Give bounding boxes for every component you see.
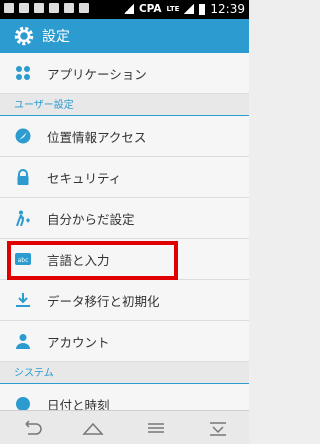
app-notification-icon xyxy=(34,3,44,13)
signal-icon xyxy=(184,4,195,14)
page-title: 設定 xyxy=(42,29,70,45)
list-item-label: データ移行と初期化 xyxy=(47,294,160,309)
navigation-bar xyxy=(0,410,249,444)
person-icon xyxy=(16,334,30,349)
app-notification-icon xyxy=(64,3,74,13)
list-item-applications[interactable]: アプリケーション xyxy=(0,53,249,94)
list-item-label: セキュリティ xyxy=(47,171,122,186)
app-notification-icon xyxy=(49,3,59,13)
location-icon xyxy=(15,128,31,144)
hide-keyboard-icon[interactable] xyxy=(205,418,231,438)
download-icon xyxy=(16,293,30,307)
back-icon[interactable] xyxy=(18,418,44,438)
section-header-system: システム xyxy=(0,362,249,384)
list-item-security[interactable]: セキュリティ xyxy=(0,157,249,198)
list-item-data-transfer[interactable]: データ移行と初期化 xyxy=(0,280,249,321)
highlight-box xyxy=(7,241,178,280)
notification-icons xyxy=(4,3,89,13)
body-icon xyxy=(16,210,30,226)
lock-icon xyxy=(17,169,29,185)
list-item-body-settings[interactable]: 自分からだ設定 xyxy=(0,198,249,239)
menu-icon[interactable] xyxy=(143,418,169,438)
action-bar: 設定 xyxy=(0,19,249,53)
network-label: LTE xyxy=(166,5,180,13)
home-icon[interactable] xyxy=(80,418,106,438)
carrier-label: CPA xyxy=(138,3,162,15)
wifi-icon xyxy=(123,4,134,14)
list-item-label: アプリケーション xyxy=(47,67,147,82)
apps-icon xyxy=(16,66,30,80)
list-item-location[interactable]: 位置情報アクセス xyxy=(0,116,249,157)
list-item-label: 自分からだ設定 xyxy=(47,212,135,227)
settings-list: アプリケーション ユーザー設定 位置情報アクセス セキュリティ 自分からだ設定 … xyxy=(0,53,249,425)
app-notification-icon xyxy=(79,3,89,13)
section-header-user: ユーザー設定 xyxy=(0,94,249,116)
clock-time: 12:39 xyxy=(210,2,245,16)
list-item-label: アカウント xyxy=(47,335,110,350)
list-item-label: 位置情報アクセス xyxy=(47,130,147,145)
battery-icon xyxy=(199,3,206,15)
gear-icon[interactable] xyxy=(12,24,36,48)
list-item-account[interactable]: アカウント xyxy=(0,321,249,362)
download-notification-icon xyxy=(19,3,29,13)
status-bar: CPA LTE 12:39 xyxy=(0,0,249,19)
message-icon xyxy=(4,3,14,13)
